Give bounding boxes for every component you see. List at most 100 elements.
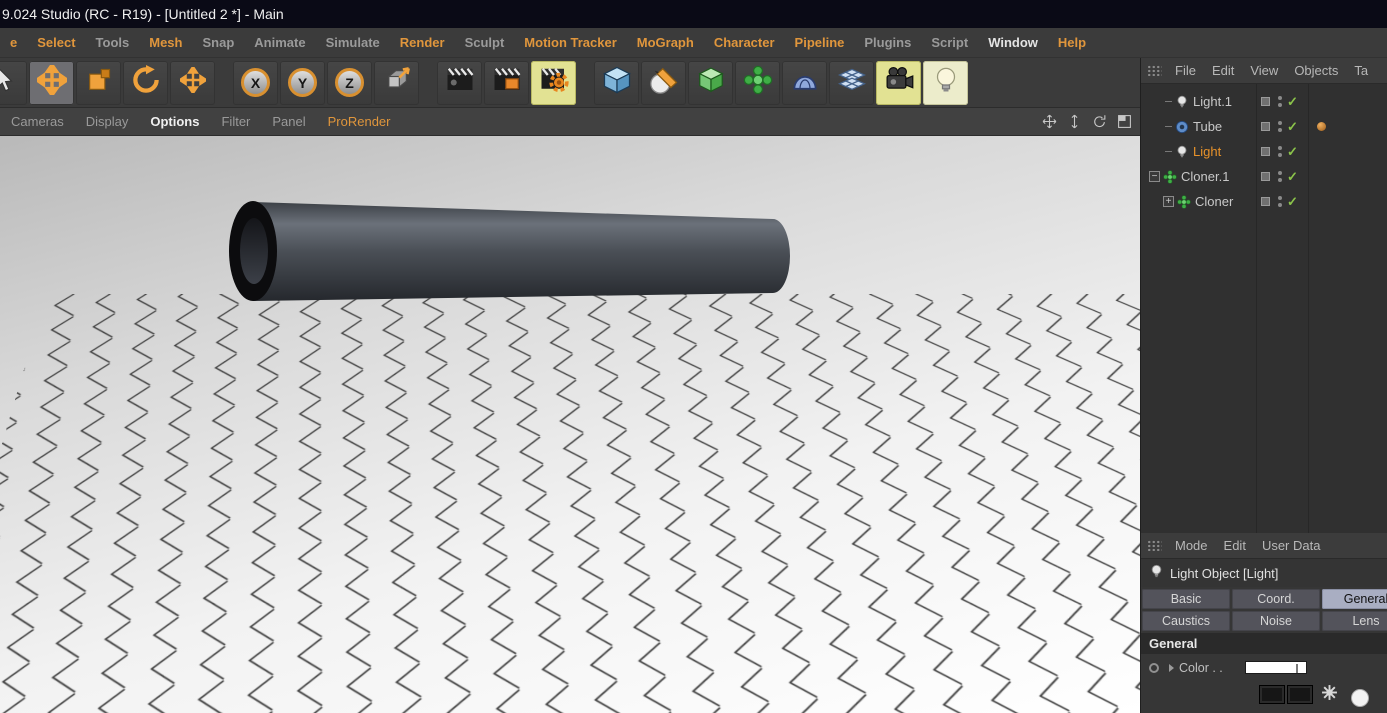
viewport-menu-cameras[interactable]: Cameras <box>0 114 75 129</box>
collapse-expander-icon[interactable]: − <box>1149 171 1160 182</box>
enabled-check-icon[interactable]: ✓ <box>1287 119 1298 135</box>
tab-lens[interactable]: Lens <box>1322 611 1387 631</box>
menu-item-snap[interactable]: Snap <box>192 35 244 50</box>
viewport-canvas[interactable] <box>0 136 1140 713</box>
add-cube-primitive-button[interactable] <box>594 60 639 105</box>
menu-item-file[interactable]: e <box>0 35 27 50</box>
menu-item-sculpt[interactable]: Sculpt <box>455 35 515 50</box>
tab-general[interactable]: General <box>1322 589 1387 609</box>
visibility-dots[interactable] <box>1278 121 1282 132</box>
keyframe-circle-icon[interactable] <box>1149 662 1159 673</box>
expand-triangle-icon[interactable] <box>1169 663 1174 672</box>
simulate-dynamics-button[interactable] <box>782 60 827 105</box>
panel-grip-icon[interactable] <box>1147 540 1162 551</box>
scale-tool-button[interactable] <box>76 60 121 105</box>
menu-item-mograph[interactable]: MoGraph <box>627 35 704 50</box>
layer-toggle[interactable] <box>1261 122 1270 131</box>
menu-item-select[interactable]: Select <box>27 35 85 50</box>
tab-caustics[interactable]: Caustics <box>1142 611 1230 631</box>
add-generator-button[interactable] <box>688 60 733 105</box>
menu-item-tools[interactable]: Tools <box>86 35 140 50</box>
layer-toggle[interactable] <box>1261 197 1270 206</box>
texture-thumb-icon[interactable] <box>1259 685 1285 704</box>
object-row-tube[interactable]: Tube ✓ <box>1141 114 1387 139</box>
enabled-check-icon[interactable]: ✓ <box>1287 94 1298 110</box>
om-menu-objects[interactable]: Objects <box>1287 63 1345 78</box>
object-row-light-selected[interactable]: Light ✓ <box>1141 139 1387 164</box>
tube-object[interactable] <box>225 191 815 326</box>
menu-item-mesh[interactable]: Mesh <box>139 35 192 50</box>
x-axis-lock-button[interactable]: X <box>233 60 278 105</box>
tab-coord[interactable]: Coord. <box>1232 589 1320 609</box>
add-array-button[interactable] <box>829 60 874 105</box>
visibility-dots[interactable] <box>1278 171 1282 182</box>
shape-icon[interactable] <box>1351 689 1369 707</box>
object-name[interactable]: Cloner <box>1195 194 1233 209</box>
toggle-view-icon[interactable] <box>1117 114 1132 129</box>
move-tool-button[interactable] <box>29 60 74 105</box>
om-menu-tags[interactable]: Ta <box>1347 63 1375 78</box>
color-swatch[interactable] <box>1244 661 1307 674</box>
texture-thumb-icon[interactable] <box>1287 685 1313 704</box>
tab-basic[interactable]: Basic <box>1142 589 1230 609</box>
object-name[interactable]: Tube <box>1193 119 1222 134</box>
mograph-cloner-button[interactable] <box>735 60 780 105</box>
layer-toggle[interactable] <box>1261 147 1270 156</box>
menu-item-plugins[interactable]: Plugins <box>854 35 921 50</box>
rotate-tool-button[interactable] <box>123 60 168 105</box>
viewport-menu-filter[interactable]: Filter <box>210 114 261 129</box>
menu-item-help[interactable]: Help <box>1048 35 1096 50</box>
expand-expander-icon[interactable]: + <box>1163 196 1174 207</box>
z-axis-lock-button[interactable]: Z <box>327 60 372 105</box>
layer-toggle[interactable] <box>1261 172 1270 181</box>
viewport-menu-display[interactable]: Display <box>75 114 140 129</box>
enabled-check-icon[interactable]: ✓ <box>1287 144 1298 160</box>
tab-noise[interactable]: Noise <box>1232 611 1320 631</box>
pan-view-icon[interactable] <box>1042 114 1057 129</box>
viewport-menu-options[interactable]: Options <box>139 114 210 129</box>
visibility-dots[interactable] <box>1278 196 1282 207</box>
viewport-menu-panel[interactable]: Panel <box>261 114 316 129</box>
menu-item-script[interactable]: Script <box>921 35 978 50</box>
object-name[interactable]: Light.1 <box>1193 94 1232 109</box>
menu-item-window[interactable]: Window <box>978 35 1048 50</box>
object-row-cloner-child[interactable]: + Cloner ✓ <box>1141 189 1387 214</box>
pen-spline-tool-button[interactable] <box>641 60 686 105</box>
add-light-button[interactable] <box>923 60 968 105</box>
select-tool-button[interactable] <box>0 60 27 105</box>
object-name[interactable]: Cloner.1 <box>1181 169 1229 184</box>
visibility-dots[interactable] <box>1278 96 1282 107</box>
render-view-button[interactable] <box>437 60 482 105</box>
object-row-light1[interactable]: Light.1 ✓ <box>1141 89 1387 114</box>
section-header-general[interactable]: General <box>1141 633 1387 654</box>
zoom-view-icon[interactable] <box>1067 114 1082 129</box>
add-camera-button[interactable] <box>876 60 921 105</box>
object-name[interactable]: Light <box>1193 144 1221 159</box>
render-picture-viewer-button[interactable] <box>484 60 529 105</box>
material-tag-icon[interactable] <box>1317 122 1326 131</box>
axis-move-tool-button[interactable] <box>170 60 215 105</box>
menu-item-render[interactable]: Render <box>390 35 455 50</box>
y-axis-lock-button[interactable]: Y <box>280 60 325 105</box>
viewport-menu-prorender[interactable]: ProRender <box>317 114 402 129</box>
visibility-dots[interactable] <box>1278 146 1282 157</box>
menu-item-simulate[interactable]: Simulate <box>316 35 390 50</box>
am-menu-mode[interactable]: Mode <box>1168 538 1215 553</box>
om-menu-file[interactable]: File <box>1168 63 1203 78</box>
om-menu-edit[interactable]: Edit <box>1205 63 1241 78</box>
menu-item-pipeline[interactable]: Pipeline <box>785 35 855 50</box>
edit-render-settings-button[interactable] <box>531 60 576 105</box>
menu-item-character[interactable]: Character <box>704 35 785 50</box>
coordinate-system-button[interactable] <box>374 60 419 105</box>
layer-toggle[interactable] <box>1261 97 1270 106</box>
panel-grip-icon[interactable] <box>1147 65 1162 76</box>
object-row-cloner1[interactable]: − Cloner.1 ✓ <box>1141 164 1387 189</box>
am-menu-user-data[interactable]: User Data <box>1255 538 1328 553</box>
gear-icon[interactable] <box>1321 684 1338 701</box>
om-menu-view[interactable]: View <box>1243 63 1285 78</box>
enabled-check-icon[interactable]: ✓ <box>1287 194 1298 210</box>
am-menu-edit[interactable]: Edit <box>1217 538 1253 553</box>
enabled-check-icon[interactable]: ✓ <box>1287 169 1298 185</box>
menu-item-animate[interactable]: Animate <box>244 35 315 50</box>
menu-item-motion-tracker[interactable]: Motion Tracker <box>514 35 626 50</box>
